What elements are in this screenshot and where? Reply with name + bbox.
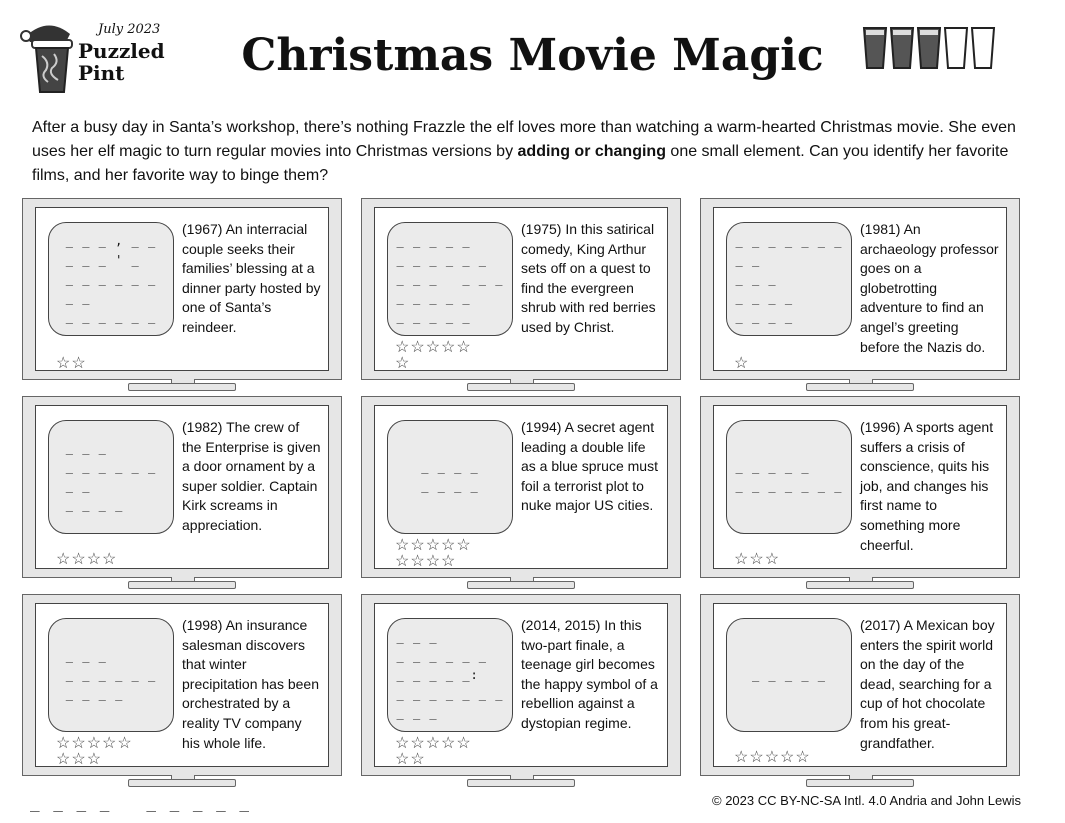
star-rating: ☆☆☆☆	[56, 552, 166, 568]
answer-blanks: _ _ _ _ _ _ _ _ _ _ _ _ _ _: _ _ _ _ _ _…	[396, 629, 504, 720]
tv-screen: _ _ _ _ _ _ _ _ _ _ _ _ _ _ _ _ _ _ _ _ …	[713, 207, 1007, 372]
stars-text: ☆☆☆☆☆ ☆☆	[395, 735, 472, 768]
pint-foam-icon	[920, 30, 938, 35]
stars-text: ☆☆☆☆☆	[734, 749, 811, 766]
answer-blanks: _ _ _ _ _ _ _ _ _ _ _ _	[735, 460, 843, 493]
difficulty-glasses	[862, 27, 996, 69]
tv-stand-base	[128, 383, 236, 391]
tv-stand-base	[467, 581, 575, 589]
tv-card: _ _ _ _ _ _ _ _ _ _ _ _ _ _ _ _ _ _ _ _ …	[361, 198, 681, 393]
stars-text: ☆☆	[56, 355, 87, 372]
thought-bubble: _ _ _ _ _ _ _ _ _ _ _ _ _ _ _ _ _ _ _ _ …	[387, 222, 513, 336]
final-answer-blanks: _ _ _ _ _ _ _ _ _	[30, 793, 252, 812]
tv-frame: _ _ _ _ _ _ _ _ _ _ _ _ _ _ _ ☆☆☆☆ (1982…	[22, 396, 342, 578]
stars-text: ☆☆☆☆	[56, 551, 118, 568]
movie-clue: (1998) An insurance salesman discovers t…	[182, 617, 319, 751]
tv-card: _ _ _ _ _ _ _ _ ☆☆☆☆☆ ☆☆☆☆ (1994) A secr…	[361, 396, 681, 591]
tv-screen: _ _ _ , _ _ _ _ _ ' _ _ _ _ _ _ _ _ _ _ …	[35, 207, 329, 372]
tv-stand-base	[467, 779, 575, 787]
tv-card: _ _ _ _ _ _ _ _ _ _ _ _ _ ☆☆☆☆☆ ☆☆☆ (199…	[22, 594, 342, 789]
tv-screen: _ _ _ _ _ _ _ _ _ _ _ _ _ _: _ _ _ _ _ _…	[374, 603, 668, 768]
movie-clue: (2017) A Mexican boy enters the spirit w…	[860, 617, 995, 751]
answer-blanks: _ _ _ _ _	[751, 667, 827, 682]
tv-frame: _ _ _ _ _ _ _ _ _ _ _ _ _ ☆☆☆☆☆ ☆☆☆ (199…	[22, 594, 342, 776]
answer-blanks: _ _ _ _ _ _ _ _ _ _ _ _ _	[65, 648, 157, 701]
movie-clue: (1967) An interracial couple seeks their…	[182, 221, 321, 335]
tv-screen: _ _ _ _ _ _ _ _ _ _ _ _ _ ☆☆☆☆☆ ☆☆☆ (199…	[35, 603, 329, 768]
empty-pint-icon	[970, 27, 996, 69]
tv-screen: _ _ _ _ _ ☆☆☆☆☆ (2017) A Mexican boy ent…	[713, 603, 1007, 767]
answer-blanks: _ _ _ _ _ _ _ _	[421, 460, 479, 493]
thought-bubble: _ _ _ _ _ _ _ _ _ _ _ _ _ _ _	[48, 420, 174, 534]
intro-paragraph: After a busy day in Santa’s workshop, th…	[32, 116, 1022, 188]
tv-screen: _ _ _ _ _ _ _ _ _ _ _ _ _ _ _ _ _ _ _ _ …	[374, 207, 668, 372]
answer-blanks: _ _ _ _ _ _ _ _ _ _ _ _ _ _ _	[65, 441, 157, 512]
tv-card: _ _ _ _ _ ☆☆☆☆☆ (2017) A Mexican boy ent…	[700, 594, 1020, 789]
intro-bold: adding or changing	[517, 143, 666, 160]
stars-text: ☆☆☆☆☆ ☆☆☆☆	[395, 537, 472, 570]
tv-frame: _ _ _ _ _ _ _ _ _ _ _ _ _ _ _ _ _ _ _ _ …	[700, 198, 1020, 380]
answer-blanks: _ _ _ _ _ _ _ _ _ _ _ _ _ _ _ _ _ _ _ _	[735, 233, 843, 324]
thought-bubble: _ _ _ _ _	[726, 618, 852, 732]
star-rating: ☆☆☆☆☆ ☆☆☆☆	[395, 538, 505, 570]
movie-clue: (1996) A sports agent suffers a crisis o…	[860, 419, 994, 553]
thought-bubble: _ _ _ _ _ _ _ _ _ _ _ _ _ _ _ _ _ _ _ _	[726, 222, 852, 336]
movie-clue: (1981) An archaeology professor goes on …	[860, 221, 999, 355]
tv-frame: _ _ _ _ _ _ _ _ _ _ _ _ ☆☆☆ (1996) A spo…	[700, 396, 1020, 578]
tv-screen: _ _ _ _ _ _ _ _ _ _ _ _ _ _ _ ☆☆☆☆ (1982…	[35, 405, 329, 569]
tv-card: _ _ _ _ _ _ _ _ _ _ _ _ _ _: _ _ _ _ _ _…	[361, 594, 681, 789]
thought-bubble: _ _ _ , _ _ _ _ _ ' _ _ _ _ _ _ _ _ _ _ …	[48, 222, 174, 336]
tv-card: _ _ _ , _ _ _ _ _ ' _ _ _ _ _ _ _ _ _ _ …	[22, 198, 342, 393]
tv-stand-base	[467, 383, 575, 391]
thought-bubble: _ _ _ _ _ _ _ _ _ _ _ _ _	[48, 618, 174, 732]
star-rating: ☆☆	[56, 356, 166, 372]
tv-stand-base	[128, 779, 236, 787]
tv-frame: _ _ _ _ _ _ _ _ ☆☆☆☆☆ ☆☆☆☆ (1994) A secr…	[361, 396, 681, 578]
tv-frame: _ _ _ , _ _ _ _ _ ' _ _ _ _ _ _ _ _ _ _ …	[22, 198, 342, 380]
empty-pint-icon	[943, 27, 969, 69]
tv-stand-base	[128, 581, 236, 589]
movie-clue: (1975) In this satirical comedy, King Ar…	[521, 221, 656, 335]
tv-card: _ _ _ _ _ _ _ _ _ _ _ _ _ _ _ ☆☆☆☆ (1982…	[22, 396, 342, 591]
answer-blanks: _ _ _ _ _ _ _ _ _ _ _ _ _ _ _ _ _ _ _ _ …	[396, 233, 504, 324]
tv-frame: _ _ _ _ _ _ _ _ _ _ _ _ _ _: _ _ _ _ _ _…	[361, 594, 681, 776]
star-rating: ☆☆☆☆☆ ☆☆☆	[56, 736, 166, 768]
stars-text: ☆☆☆☆☆ ☆☆☆	[56, 735, 133, 768]
star-rating: ☆☆☆☆☆ ☆	[395, 340, 505, 372]
answer-blanks: _ _ _ , _ _ _ _ _ ' _ _ _ _ _ _ _ _ _ _ …	[65, 233, 157, 324]
movie-clue: (2014, 2015) In this two-part finale, a …	[521, 617, 658, 731]
thought-bubble: _ _ _ _ _ _ _ _	[387, 420, 513, 534]
tv-card: _ _ _ _ _ _ _ _ _ _ _ _ _ _ _ _ _ _ _ _ …	[700, 198, 1020, 393]
pint-foam-icon	[893, 30, 911, 35]
tv-screen: _ _ _ _ _ _ _ _ ☆☆☆☆☆ ☆☆☆☆ (1994) A secr…	[374, 405, 668, 570]
movie-clue: (1982) The crew of the Enterprise is giv…	[182, 419, 321, 533]
thought-bubble: _ _ _ _ _ _ _ _ _ _ _ _ _ _: _ _ _ _ _ _…	[387, 618, 513, 732]
thought-bubble: _ _ _ _ _ _ _ _ _ _ _ _	[726, 420, 852, 534]
pint-foam-icon	[866, 30, 884, 35]
tv-card: _ _ _ _ _ _ _ _ _ _ _ _ ☆☆☆ (1996) A spo…	[700, 396, 1020, 591]
star-rating: ☆☆☆☆☆	[734, 750, 844, 766]
movie-clue: (1994) A secret agent leading a double l…	[521, 419, 658, 514]
copyright: © 2023 CC BY-NC-SA Intl. 4.0 Andria and …	[712, 793, 1021, 808]
tv-frame: _ _ _ _ _ ☆☆☆☆☆ (2017) A Mexican boy ent…	[700, 594, 1020, 776]
tv-stand-base	[806, 581, 914, 589]
tv-screen: _ _ _ _ _ _ _ _ _ _ _ _ ☆☆☆ (1996) A spo…	[713, 405, 1007, 569]
stars-text: ☆	[734, 355, 750, 372]
stars-text: ☆☆☆	[734, 551, 781, 568]
stars-text: ☆☆☆☆☆ ☆	[395, 339, 472, 372]
star-rating: ☆☆☆	[734, 552, 844, 568]
star-rating: ☆☆☆☆☆ ☆☆	[395, 736, 505, 768]
star-rating: ☆	[734, 356, 844, 372]
tv-stand-base	[806, 779, 914, 787]
tv-frame: _ _ _ _ _ _ _ _ _ _ _ _ _ _ _ _ _ _ _ _ …	[361, 198, 681, 380]
tv-stand-base	[806, 383, 914, 391]
